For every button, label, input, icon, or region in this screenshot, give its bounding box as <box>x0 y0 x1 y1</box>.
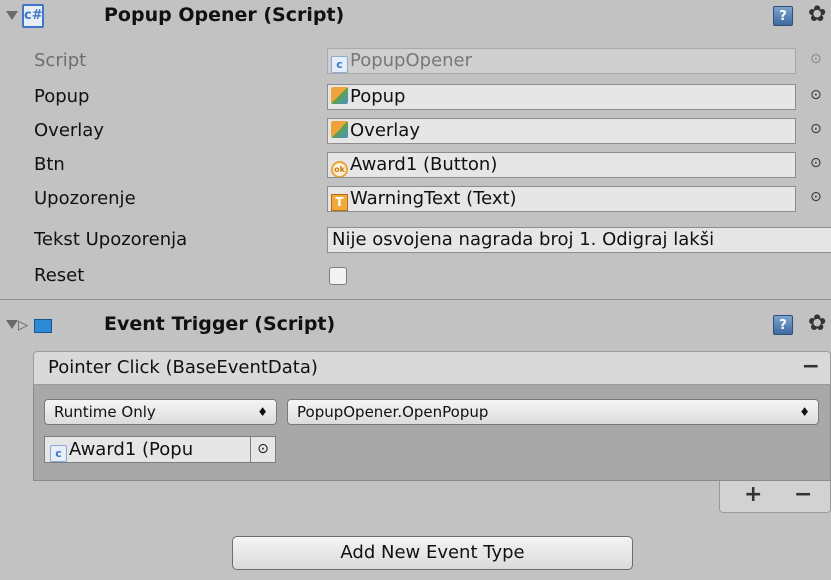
property-label: Reset <box>34 265 85 286</box>
overlay-field-value: Overlay <box>350 120 420 141</box>
button-icon: ok <box>331 161 348 177</box>
help-icon[interactable]: ? <box>773 6 793 26</box>
property-row-popup: Popup Popup ⊙ <box>0 83 831 113</box>
cube-icon <box>331 87 348 104</box>
property-label: Popup <box>34 86 90 107</box>
target-object-field[interactable]: c Award1 (Popu ⊙ <box>44 436 276 463</box>
event-trigger-header[interactable]: ▷ Event Trigger (Script) ? ✿ <box>0 309 831 343</box>
tekst-upozorenja-input[interactable]: Nije osvojena nagrada broj 1. Odigraj la… <box>327 227 831 253</box>
event-entry-panel: Pointer Click (BaseEventData) − Runtime … <box>33 351 831 481</box>
target-object-value: Award1 (Popu <box>69 439 194 460</box>
btn-field[interactable]: ok Award1 (Button) <box>327 152 796 178</box>
property-row-reset: Reset <box>0 262 831 292</box>
property-label: Script <box>34 50 87 71</box>
function-dropdown-value: PopupOpener.OpenPopup <box>297 403 489 421</box>
property-label: Upozorenje <box>34 188 136 209</box>
property-row-upozorenje: Upozorenje T WarningText (Text) ⊙ <box>0 185 831 215</box>
add-callback-button[interactable]: + <box>744 482 762 507</box>
component-title: Event Trigger (Script) <box>104 313 336 335</box>
runtime-dropdown[interactable]: Runtime Only ♦ <box>44 399 277 425</box>
dropdown-arrows-icon: ♦ <box>799 405 810 419</box>
property-label: Tekst Upozorenja <box>34 229 188 250</box>
popup-opener-header[interactable]: c# Popup Opener (Script) ? ✿ <box>0 0 831 34</box>
upozorenje-field[interactable]: T WarningText (Text) <box>327 186 796 212</box>
object-picker-icon[interactable]: ⊙ <box>810 189 822 205</box>
script-icon: c <box>331 56 348 73</box>
gear-icon[interactable]: ✿ <box>808 311 826 336</box>
help-icon[interactable]: ? <box>773 315 793 335</box>
event-entry-header: Pointer Click (BaseEventData) − <box>33 351 831 385</box>
script-field-value: PopupOpener <box>350 50 473 71</box>
object-picker-icon[interactable]: ⊙ <box>810 87 822 103</box>
script-field: c PopupOpener <box>327 48 796 74</box>
script-icon: c <box>50 445 67 462</box>
property-row-script: Script c PopupOpener ⊙ <box>0 47 831 77</box>
foldout-arrow-icon[interactable] <box>6 11 18 20</box>
csharp-script-icon: c# <box>22 4 44 28</box>
property-label: Overlay <box>34 120 104 141</box>
add-new-event-type-button[interactable]: Add New Event Type <box>232 536 633 570</box>
function-dropdown[interactable]: PopupOpener.OpenPopup ♦ <box>287 399 819 425</box>
remove-callback-button[interactable]: − <box>794 482 812 507</box>
object-picker-icon[interactable]: ⊙ <box>810 121 822 137</box>
object-picker-icon[interactable]: ⊙ <box>250 437 275 462</box>
event-trigger-icon: ▷ <box>18 318 52 334</box>
property-row-btn: Btn ok Award1 (Button) ⊙ <box>0 151 831 181</box>
reset-checkbox[interactable] <box>329 267 347 285</box>
object-picker-icon: ⊙ <box>810 51 822 67</box>
popup-field[interactable]: Popup <box>327 84 796 110</box>
component-divider <box>0 299 831 300</box>
popup-field-value: Popup <box>350 86 406 107</box>
overlay-field[interactable]: Overlay <box>327 118 796 144</box>
dropdown-arrows-icon: ♦ <box>257 405 268 419</box>
remove-event-button[interactable]: − <box>802 354 820 379</box>
foldout-arrow-icon[interactable] <box>6 320 18 329</box>
component-title: Popup Opener (Script) <box>104 4 345 26</box>
object-picker-icon[interactable]: ⊙ <box>810 155 822 171</box>
upozorenje-field-value: WarningText (Text) <box>350 188 517 209</box>
property-label: Btn <box>34 154 65 175</box>
event-entry-label: Pointer Click (BaseEventData) <box>48 357 318 378</box>
property-row-tekst-upozorenja: Tekst Upozorenja Nije osvojena nagrada b… <box>0 226 831 256</box>
gear-icon[interactable]: ✿ <box>808 2 826 27</box>
cube-icon <box>331 121 348 138</box>
event-entry-body: Runtime Only ♦ PopupOpener.OpenPopup ♦ c… <box>33 385 831 481</box>
list-footer: + − <box>719 481 831 513</box>
property-row-overlay: Overlay Overlay ⊙ <box>0 117 831 147</box>
btn-field-value: Award1 (Button) <box>350 154 498 175</box>
runtime-dropdown-value: Runtime Only <box>54 403 156 421</box>
text-icon: T <box>331 194 348 211</box>
